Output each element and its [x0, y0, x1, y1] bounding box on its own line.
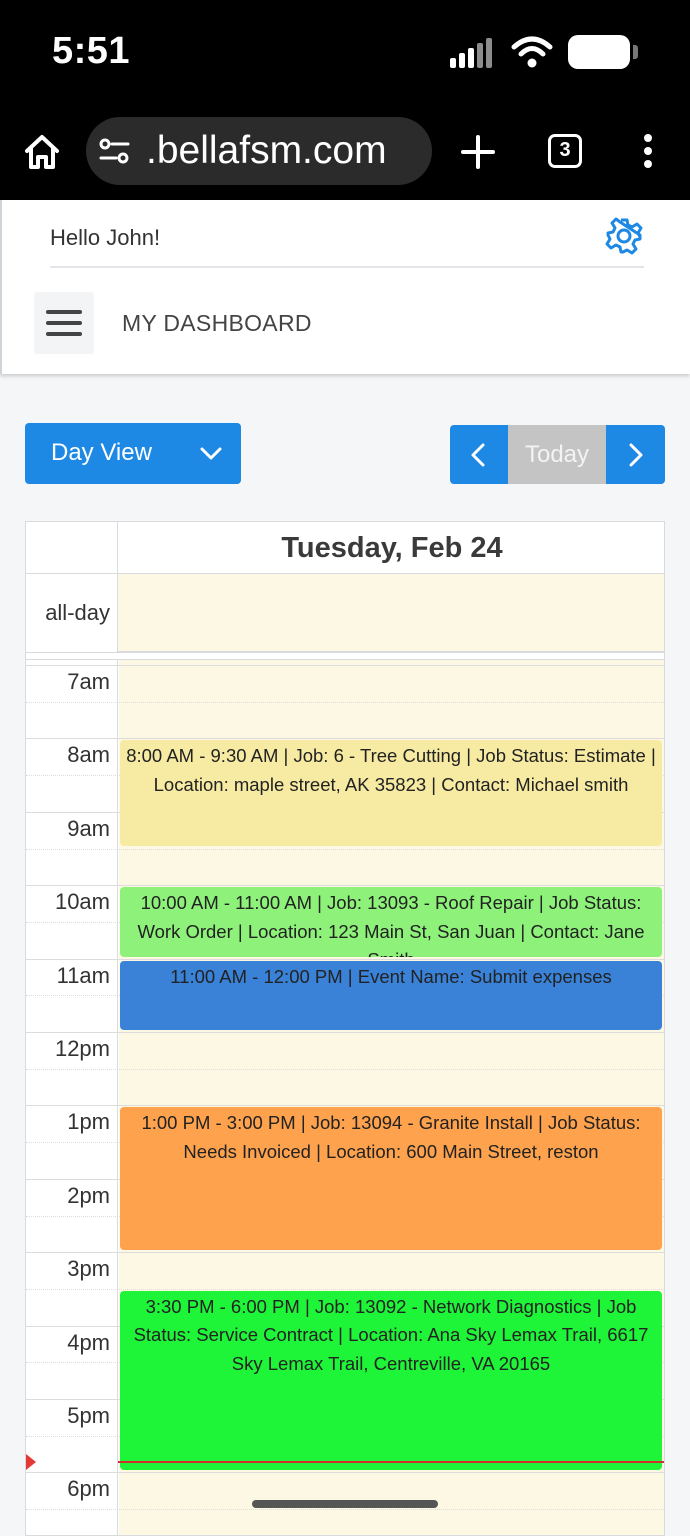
wifi-icon: [511, 36, 553, 68]
cellular-signal-icon: [450, 38, 494, 68]
hour-label: 10am: [54, 889, 110, 915]
home-indicator: [252, 1500, 438, 1508]
hour-label: 2pm: [67, 1182, 110, 1208]
all-day-label: all-day: [45, 600, 110, 625]
calendar-event[interactable]: 10:00 AM - 11:00 AM | Job: 13093 - Roof …: [120, 887, 662, 957]
hour-label: 11am: [56, 962, 110, 988]
time-axis-header: [26, 522, 118, 574]
status-time: 5:51: [52, 30, 131, 72]
hour-label: 6pm: [67, 1476, 110, 1502]
previous-day-button[interactable]: [450, 425, 508, 484]
page-title: MY DASHBOARD: [122, 310, 312, 336]
tab-switcher-button[interactable]: 3: [548, 134, 582, 168]
day-calendar: Tuesday, Feb 24 all-day 7am 8am 9am 10am 11a…: [25, 521, 665, 1536]
greeting-text: Hello John!: [50, 225, 161, 250]
battery-icon: [568, 35, 638, 69]
calendar-event[interactable]: 1:00 PM - 3:00 PM | Job: 13094 - Granite…: [120, 1107, 662, 1251]
hour-line: [26, 1105, 664, 1107]
hour-line: [26, 738, 664, 740]
more-menu-icon[interactable]: [638, 134, 660, 168]
all-day-slot[interactable]: [118, 574, 664, 652]
time-grid[interactable]: 7am 8am 9am 10am 11am 12pm 1pm 2pm 3pm 4pm 5pm 6pm 8…: [26, 660, 664, 1535]
chevron-right-icon: [629, 443, 643, 467]
new-tab-icon[interactable]: [460, 134, 496, 170]
hour-label: 9am: [67, 815, 110, 841]
current-time-indicator: [118, 1461, 664, 1464]
header-divider: [50, 266, 644, 268]
home-icon[interactable]: [22, 132, 62, 172]
half-hour-line: [26, 1068, 664, 1070]
half-hour-line: [26, 848, 664, 850]
chevron-down-icon: [200, 447, 222, 460]
date-navigation: Today: [450, 425, 665, 484]
hour-label: 12pm: [54, 1036, 110, 1061]
calendar-event[interactable]: 3:30 PM - 6:00 PM | Job: 13092 - Network…: [120, 1290, 662, 1471]
view-select-dropdown[interactable]: Day View: [25, 423, 241, 484]
gear-icon[interactable]: [604, 216, 644, 256]
day-title: Tuesday, Feb 24: [118, 522, 664, 574]
hour-label: 8am: [67, 742, 110, 768]
hour-line: [26, 958, 664, 960]
calendar-event[interactable]: 11:00 AM - 12:00 PM | Event Name: Submit…: [120, 960, 662, 1030]
hour-line: [26, 1032, 664, 1033]
half-hour-line: [26, 1509, 664, 1511]
hour-label: 3pm: [67, 1256, 110, 1282]
half-hour-line: [26, 701, 664, 703]
half-hour-line: [26, 1288, 664, 1290]
current-time-arrow-icon: [26, 1454, 36, 1471]
hour-label: 5pm: [67, 1403, 110, 1428]
view-select-label: Day View: [51, 439, 152, 466]
next-day-button[interactable]: [606, 425, 665, 484]
hour-line: [26, 1472, 664, 1474]
hour-line: [26, 885, 664, 887]
browser-chrome: 5:51 .bellafsm.com 3: [0, 0, 690, 200]
hour-label: 4pm: [67, 1329, 110, 1355]
all-day-divider: [26, 652, 664, 660]
chevron-left-icon: [471, 443, 485, 467]
site-settings-icon[interactable]: [98, 137, 132, 165]
page-header: Hello John! MY DASHBOARD: [0, 200, 690, 374]
hamburger-menu-icon[interactable]: [34, 292, 94, 354]
today-button[interactable]: Today: [508, 425, 606, 484]
hour-line: [26, 665, 664, 666]
hour-line: [26, 1252, 664, 1254]
hour-label: 1pm: [67, 1109, 110, 1135]
hour-label: 7am: [67, 669, 110, 694]
url-text: .bellafsm.com: [146, 129, 387, 172]
calendar-event[interactable]: 8:00 AM - 9:30 AM | Job: 6 - Tree Cuttin…: [120, 740, 662, 847]
address-bar[interactable]: .bellafsm.com: [86, 117, 432, 185]
